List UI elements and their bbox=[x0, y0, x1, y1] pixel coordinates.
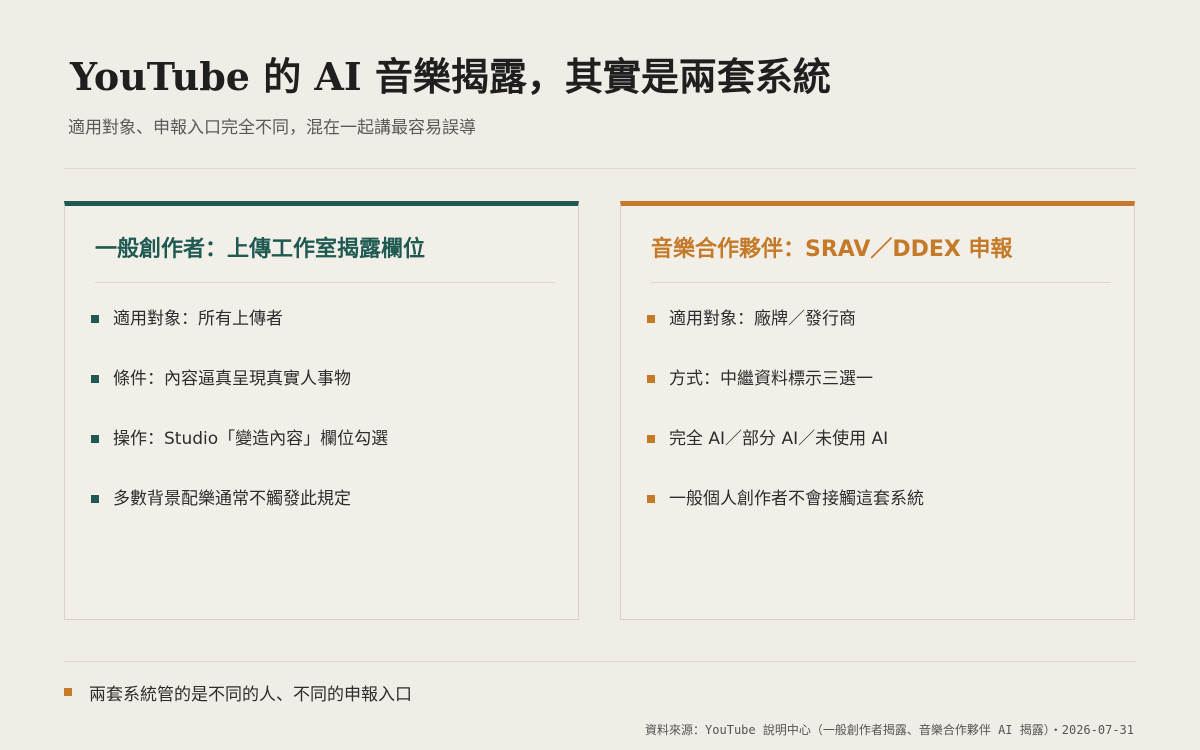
square-bullet-icon bbox=[647, 315, 655, 323]
card-title-general-creators: 一般創作者：上傳工作室揭露欄位 bbox=[95, 237, 426, 262]
card-title-music-partners: 音樂合作夥伴：SRAV／DDEX 申報 bbox=[651, 237, 1013, 262]
list-item-text: 方式：中繼資料標示三選一 bbox=[669, 369, 873, 389]
card-divider bbox=[95, 282, 555, 283]
square-bullet-icon bbox=[91, 375, 99, 383]
footer-divider bbox=[64, 661, 1136, 662]
page-subtitle: 適用對象、申報入口完全不同，混在一起講最容易誤導 bbox=[68, 118, 476, 138]
square-bullet-icon bbox=[647, 435, 655, 443]
header-divider bbox=[64, 168, 1136, 169]
square-bullet-icon bbox=[647, 375, 655, 383]
card-general-creators: 一般創作者：上傳工作室揭露欄位 適用對象：所有上傳者 條件：內容逼真呈現真實人事… bbox=[64, 201, 579, 620]
square-bullet-icon bbox=[91, 495, 99, 503]
card-divider bbox=[651, 282, 1111, 283]
list-item-text: 適用對象：廠牌／發行商 bbox=[669, 309, 856, 329]
square-bullet-icon bbox=[91, 435, 99, 443]
list-item-text: 操作：Studio「變造內容」欄位勾選 bbox=[113, 429, 389, 449]
list-item-text: 完全 AI／部分 AI／未使用 AI bbox=[669, 429, 889, 449]
square-bullet-icon bbox=[91, 315, 99, 323]
list-item-text: 適用對象：所有上傳者 bbox=[113, 309, 283, 329]
page-title: YouTube 的 AI 音樂揭露，其實是兩套系統 bbox=[70, 54, 831, 99]
square-bullet-icon bbox=[647, 495, 655, 503]
list-item-text: 一般個人創作者不會接觸這套系統 bbox=[669, 489, 924, 509]
list-item-text: 多數背景配樂通常不觸發此規定 bbox=[113, 489, 351, 509]
list-item-text: 條件：內容逼真呈現真實人事物 bbox=[113, 369, 351, 389]
source-citation: 資料來源：YouTube 說明中心（一般創作者揭露、音樂合作夥伴 AI 揭露）・… bbox=[645, 723, 1134, 737]
summary-text: 兩套系統管的是不同的人、不同的申報入口 bbox=[89, 685, 412, 705]
square-bullet-icon bbox=[64, 688, 72, 696]
card-music-partners: 音樂合作夥伴：SRAV／DDEX 申報 適用對象：廠牌／發行商 方式：中繼資料標… bbox=[620, 201, 1135, 620]
